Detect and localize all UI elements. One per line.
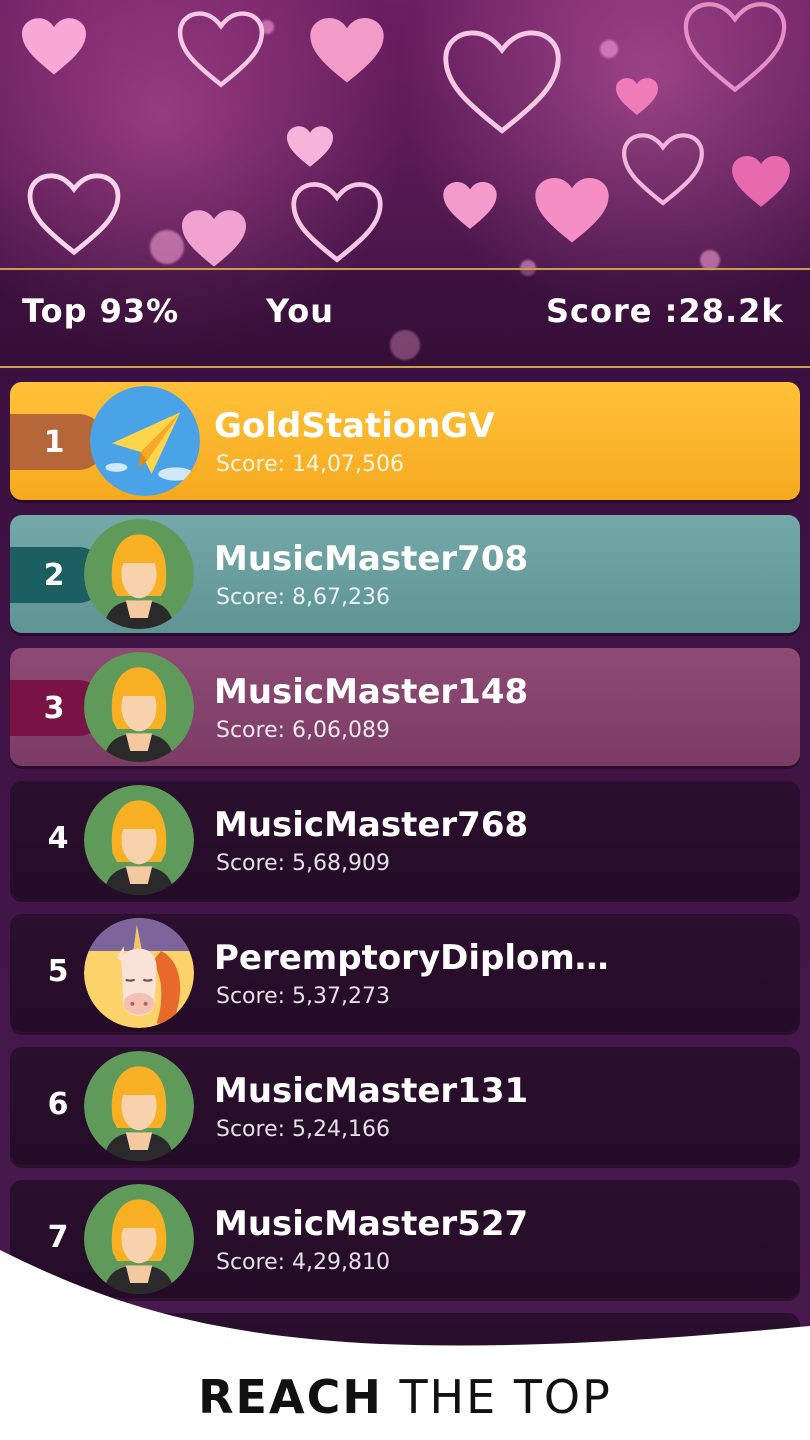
leaderboard-row-5[interactable]: 5 PeremptoryDiplom… Score: 5,37,273 [10,914,800,1032]
rank-number: 6 [47,1087,69,1122]
bokeh-light [150,230,184,264]
heart-icon [535,178,609,244]
caption-bold: REACH [198,1370,383,1424]
heart-outline-icon [26,172,122,258]
heart-outline-icon [290,180,384,266]
female-avatar-icon [84,785,194,895]
player-stats-bar: Top 93% You Score :28.2k [0,268,810,368]
unicorn-avatar-icon [84,918,194,1028]
leaderboard-row-6[interactable]: 6 MusicMaster131 Score: 5,24,166 [10,1047,800,1165]
heart-icon [732,156,790,208]
heart-icon [616,78,658,116]
player-name: PeremptoryDiplom… [214,938,609,978]
player-score: Score: 5,37,273 [216,984,390,1009]
leaderboard-row-4[interactable]: 4 MusicMaster768 Score: 5,68,909 [10,781,800,899]
female-avatar-icon [84,519,194,629]
top-percent-label: Top 93% [22,292,180,330]
rank-number: 4 [47,821,69,856]
heart-outline-icon [176,10,266,90]
player-score: Score: 6,06,089 [216,718,390,743]
player-name: MusicMaster527 [214,1204,529,1244]
paper-plane-icon [90,386,200,496]
heart-icon [22,18,86,76]
leaderboard-row-2[interactable]: 2 MusicMaster708 Score: 8,67,236 [10,515,800,633]
player-name: MusicMaster708 [214,539,529,579]
heart-outline-icon [440,28,564,138]
player-score: Score: 5,24,166 [216,1117,390,1142]
heart-icon [443,182,497,230]
heart-outline-icon [620,132,706,208]
leaderboard-row-3[interactable]: 3 MusicMaster148 Score: 6,06,089 [10,648,800,766]
player-score-label: Score :28.2k [546,292,784,330]
heart-outline-icon [680,0,790,96]
player-name: MusicMaster131 [214,1071,529,1111]
player-score: Score: 14,07,506 [216,452,404,477]
leaderboard-row-1[interactable]: 1 GoldStationGV Score: 14,07,506 [10,382,800,500]
promo-caption: REACH THE TOP [0,1370,810,1424]
player-name: MusicMaster768 [214,805,529,845]
bokeh-light [600,40,618,58]
player-score: Score: 8,67,236 [216,585,390,610]
female-avatar-icon [84,1051,194,1161]
player-name: MusicMaster148 [214,672,529,712]
bokeh-light [700,250,720,270]
caption-rest: THE TOP [399,1370,612,1424]
heart-icon [182,210,246,268]
player-score: Score: 5,68,909 [216,851,390,876]
player-name: GoldStationGV [214,406,495,446]
you-label: You [266,292,334,330]
heart-icon [287,126,333,168]
female-avatar-icon [84,652,194,762]
rank-number: 5 [47,954,69,989]
heart-icon [310,18,384,84]
